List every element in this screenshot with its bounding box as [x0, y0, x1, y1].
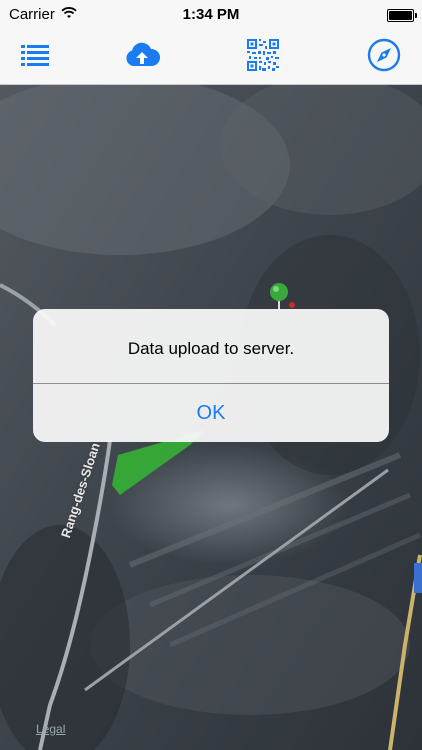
app-screen: Carrier 1:34 PM Rang-des-Sloan Legal Dat…	[0, 0, 422, 750]
status-bar: Carrier 1:34 PM	[0, 0, 422, 30]
qr-code-button[interactable]	[242, 36, 284, 78]
ok-button[interactable]: OK	[33, 384, 389, 442]
upload-button[interactable]	[121, 36, 163, 78]
status-time: 1:34 PM	[182, 6, 240, 23]
compass-icon	[367, 38, 401, 77]
qr-code-icon	[247, 38, 279, 76]
list-button[interactable]	[14, 36, 56, 78]
compass-button[interactable]	[363, 36, 405, 78]
alert-dialog: Data upload to server. OK	[33, 309, 389, 442]
alert-message: Data upload to server.	[127, 339, 295, 358]
list-icon	[21, 44, 49, 71]
cloud-upload-icon	[124, 42, 161, 73]
legal-link[interactable]: Legal	[36, 722, 65, 736]
toolbar	[0, 30, 422, 85]
battery-icon	[387, 9, 417, 22]
